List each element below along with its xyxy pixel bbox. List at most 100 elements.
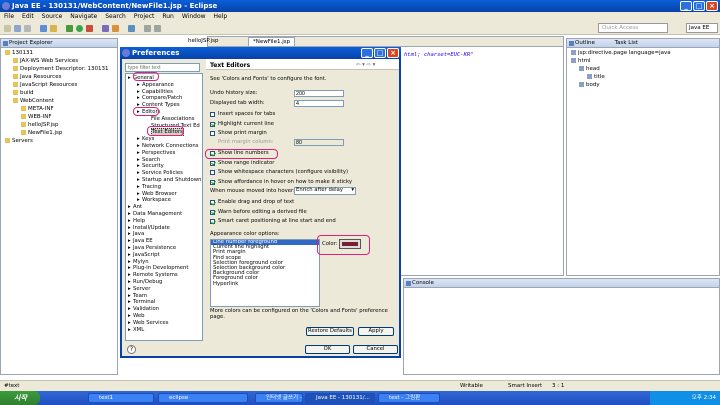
checkbox[interactable] — [210, 112, 215, 117]
taskbar-task[interactable]: test - 그림판 — [378, 393, 440, 403]
preferences-tree-item[interactable]: ▸ Run/Debug — [128, 279, 162, 285]
menu-source[interactable]: Source — [42, 12, 63, 22]
help-icon[interactable]: ? — [127, 345, 136, 354]
checkbox[interactable] — [210, 170, 215, 175]
project-tree-item[interactable]: WEB-INF — [21, 114, 52, 121]
server-icon[interactable] — [40, 25, 47, 32]
menu-navigate[interactable]: Navigate — [70, 12, 97, 22]
project-tree-item[interactable]: NewFile1.jsp — [21, 130, 62, 137]
dialog-minimize-button[interactable]: _ — [361, 48, 373, 58]
checkbox[interactable] — [210, 131, 215, 136]
checkbox[interactable] — [210, 160, 215, 166]
preferences-tree-item[interactable]: ▸ Team — [128, 293, 147, 299]
menu-window[interactable]: Window — [182, 12, 206, 22]
project-tree-item[interactable]: META-INF — [21, 106, 54, 113]
checkbox-label[interactable]: Show affordance in hover on how to make … — [218, 179, 352, 186]
preferences-tree-item[interactable]: ▸ Mylyn — [128, 259, 149, 265]
project-tree-item[interactable]: build — [13, 90, 34, 97]
color-option-item[interactable]: Hyperlink — [211, 281, 319, 287]
menu-edit[interactable]: Edit — [22, 12, 34, 22]
preferences-tree-item[interactable]: ▸ Server — [128, 286, 150, 292]
checkbox-label[interactable]: Highlight current line — [218, 121, 274, 128]
outline-item[interactable]: head — [579, 66, 600, 73]
checkbox-label[interactable]: Warn before editing a derived file — [218, 209, 307, 216]
dialog-maximize-button[interactable]: □ — [374, 48, 386, 58]
taskbar-task[interactable]: test1 — [88, 393, 154, 403]
outline-item[interactable]: title — [587, 74, 605, 81]
preferences-tree-item[interactable]: ▸ Plug-in Development — [128, 265, 188, 271]
tab-width-input[interactable] — [294, 100, 344, 107]
project-tree-item[interactable]: WebContent — [13, 98, 54, 105]
preferences-tree-item[interactable]: ▸ Network Connections — [137, 143, 199, 149]
external-tools-icon[interactable] — [86, 25, 93, 32]
menu-run[interactable]: Run — [162, 12, 174, 22]
preferences-tree-item[interactable]: ▸ Help — [128, 218, 145, 224]
new-icon[interactable] — [4, 25, 11, 32]
close-button[interactable]: × — [706, 1, 718, 11]
web-icon[interactable] — [50, 25, 57, 32]
preferences-tree-item[interactable]: ▸ Remote Systems — [128, 272, 178, 278]
preferences-tree-item[interactable]: ▸ Install/Update — [128, 225, 170, 231]
checkbox[interactable] — [210, 121, 215, 127]
editor-tab-active[interactable]: *NewFile1.jsp — [248, 37, 296, 47]
editor-tab[interactable]: helloJSP.jsp — [188, 38, 219, 44]
ok-button[interactable]: OK — [305, 345, 350, 354]
checkbox-label[interactable]: Insert spaces for tabs — [218, 111, 275, 118]
console-tab[interactable]: Console — [412, 280, 434, 286]
forward-icon[interactable] — [154, 25, 161, 32]
project-tree-item[interactable]: Servers — [5, 138, 33, 145]
nav-arrows-icon[interactable]: ⇦ ▾ ⇨ ▾ — [356, 62, 375, 69]
outline-title[interactable]: Outline — [575, 40, 595, 46]
preferences-tree-item[interactable]: ▸ Service Policies — [137, 170, 183, 176]
checkbox-label[interactable]: Show print margin — [218, 130, 267, 137]
search-icon[interactable] — [128, 25, 135, 32]
undo-input[interactable] — [294, 90, 344, 97]
restore-defaults-button[interactable]: Restore Defaults — [306, 327, 354, 336]
maximize-button[interactable]: □ — [693, 1, 705, 11]
page-intro[interactable]: See 'Colors and Fonts' to configure the … — [210, 76, 327, 83]
menu-help[interactable]: Help — [214, 12, 228, 22]
run-icon[interactable] — [76, 25, 83, 32]
checkbox[interactable] — [210, 219, 215, 224]
dialog-close-button[interactable]: × — [387, 48, 399, 58]
preferences-tree-item[interactable]: ▸ Data Management — [128, 211, 182, 217]
preferences-tree-item[interactable]: ▸ Appearance — [137, 82, 174, 88]
print-icon[interactable] — [24, 25, 31, 32]
project-tree-item[interactable]: 130131 — [5, 50, 33, 57]
checkbox[interactable] — [210, 179, 215, 185]
color-options-list[interactable]: Line number foreground Current line highl… — [210, 239, 320, 307]
task-list-tab[interactable]: Task List — [615, 40, 638, 46]
minimize-button[interactable]: _ — [680, 1, 692, 11]
preferences-tree-item[interactable]: File Associations — [146, 116, 194, 122]
project-tree-item[interactable]: helloJSP.jsp — [21, 122, 59, 129]
preferences-tree-item[interactable]: ▸ Capabilities — [137, 89, 173, 95]
menu-search[interactable]: Search — [105, 12, 126, 22]
checkbox-label[interactable]: Enable drag and drop of text — [218, 199, 294, 206]
preferences-tree-item[interactable]: ▸ Java — [128, 231, 144, 237]
cancel-button[interactable]: Cancel — [353, 345, 398, 354]
preferences-tree-item[interactable]: ▸ Web Services — [128, 320, 169, 326]
outline-item[interactable]: body — [579, 82, 600, 89]
preferences-tree-item[interactable]: ▸ Perspectives — [137, 150, 175, 156]
project-tree-item[interactable]: JavaScript Resources — [13, 82, 77, 89]
debug-icon[interactable] — [66, 25, 73, 32]
preferences-tree-item[interactable]: ▸ Java Persistence — [128, 245, 176, 251]
start-button[interactable]: 시작 — [0, 391, 40, 405]
preferences-tree-item[interactable]: ▸ XML — [128, 327, 144, 333]
new-class-icon[interactable] — [102, 25, 109, 32]
preferences-tree-item[interactable]: ▸ Search — [137, 157, 160, 163]
perspective-button[interactable]: Java EE — [686, 23, 718, 33]
preferences-tree-item[interactable]: ▸ Java EE — [128, 238, 153, 244]
checkbox-label[interactable]: Show whitespace characters (configure vi… — [218, 169, 348, 176]
project-tree-item[interactable]: JAX-WS Web Services — [13, 58, 78, 65]
checkbox[interactable] — [210, 209, 215, 215]
preferences-tree-item[interactable]: ▸ Compare/Patch — [137, 95, 182, 101]
menu-file[interactable]: File — [4, 12, 14, 22]
checkbox[interactable] — [210, 200, 215, 205]
project-tree-item[interactable]: Java Resources — [13, 74, 61, 81]
project-tree-item[interactable]: Deployment Descriptor: 130131 — [13, 66, 108, 73]
preferences-tree-item[interactable]: ▸ Web — [128, 313, 145, 319]
taskbar-task[interactable]: eclipse — [158, 393, 248, 403]
quick-access-input[interactable]: Quick Access — [598, 23, 668, 33]
outline-item[interactable]: html — [571, 58, 591, 65]
